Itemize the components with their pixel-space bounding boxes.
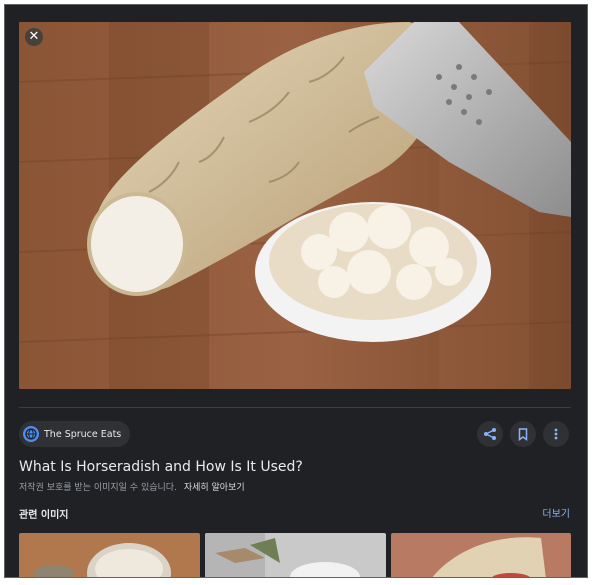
image-title[interactable]: What Is Horseradish and How Is It Used?	[19, 459, 303, 475]
image-viewer-panel: ✕ The Spruce Eats What Is Horseradish an…	[4, 4, 588, 578]
related-thumbnail[interactable]	[19, 533, 200, 577]
source-name: The Spruce Eats	[44, 428, 122, 440]
related-thumbnail[interactable]	[205, 533, 386, 577]
copyright-line: 저작권 보호를 받는 이미지일 수 있습니다. 자세히 알아보기	[19, 480, 245, 493]
related-images-heading: 관련 이미지	[19, 510, 69, 521]
share-button[interactable]	[477, 421, 503, 447]
close-icon: ✕	[28, 29, 40, 44]
main-image[interactable]: ✕	[19, 22, 571, 389]
globe-icon	[23, 426, 39, 442]
share-icon	[484, 428, 496, 440]
more-options-button[interactable]	[543, 421, 569, 447]
more-link[interactable]: 더보기	[542, 505, 570, 520]
more-vert-icon	[554, 428, 558, 440]
learn-more-link[interactable]: 자세히 알아보기	[184, 483, 245, 493]
copyright-notice: 저작권 보호를 받는 이미지일 수 있습니다.	[19, 483, 177, 493]
close-button[interactable]: ✕	[25, 28, 43, 46]
divider	[19, 407, 571, 408]
source-chip[interactable]: The Spruce Eats	[19, 421, 131, 447]
bookmark-icon	[518, 428, 528, 441]
save-button[interactable]	[510, 421, 536, 447]
related-thumbnail[interactable]	[391, 533, 571, 577]
